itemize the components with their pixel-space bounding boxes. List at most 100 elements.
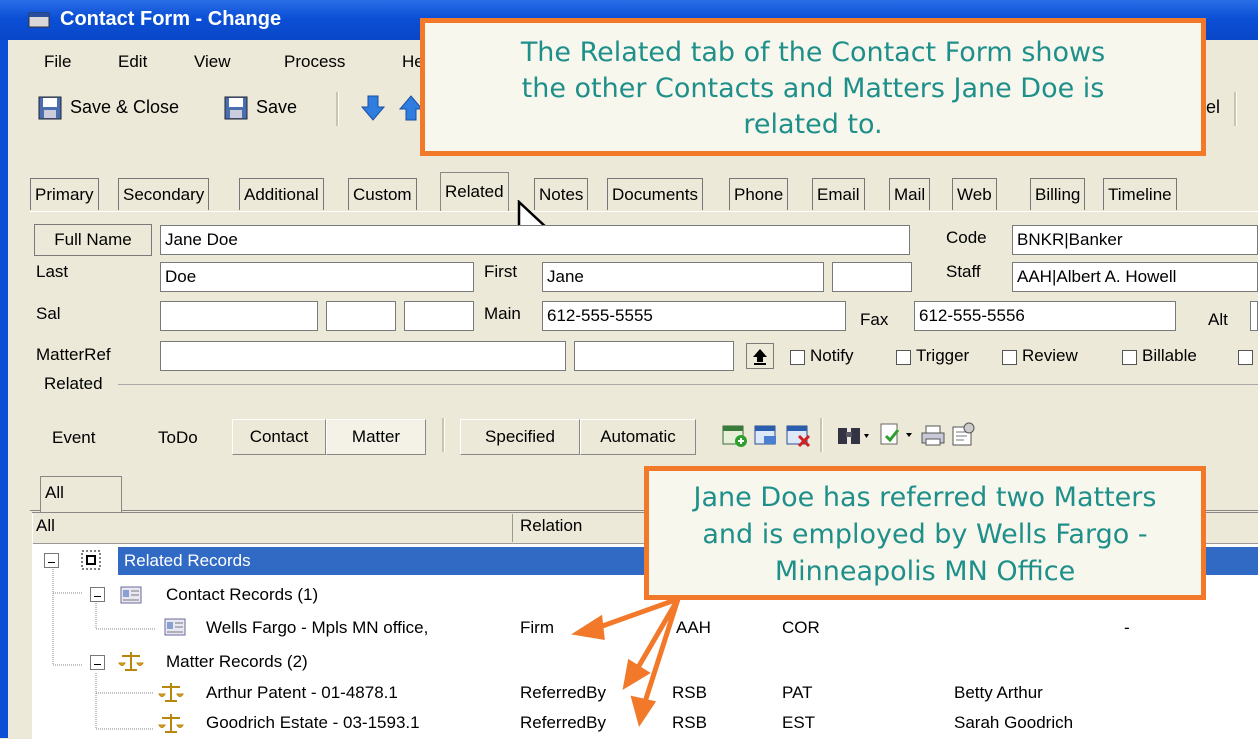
- save-close-icon[interactable]: [38, 96, 62, 125]
- matter-records-group[interactable]: Matter Records (2): [166, 652, 308, 672]
- trigger-label: Trigger: [916, 346, 970, 365]
- first-name-field[interactable]: Jane: [542, 262, 824, 292]
- sal-label: Sal: [36, 304, 61, 323]
- specified-button[interactable]: Specified: [460, 419, 580, 455]
- salutation-field[interactable]: [160, 301, 318, 331]
- trigger-checkbox[interactable]: [896, 350, 911, 365]
- scales-icon: [158, 712, 184, 739]
- row-name[interactable]: Goodrich Estate - 03-1593.1: [206, 713, 420, 733]
- binoculars-icon[interactable]: [836, 424, 870, 453]
- salutation-field-3[interactable]: [404, 301, 474, 331]
- notify-label: Notify: [810, 346, 854, 365]
- tab-email[interactable]: Email: [812, 178, 865, 210]
- tab-documents[interactable]: Documents: [607, 178, 703, 210]
- contact-card-icon: [120, 585, 142, 610]
- collapse-icon[interactable]: [90, 655, 105, 670]
- tree-root-label[interactable]: Related Records: [124, 551, 251, 571]
- automatic-button[interactable]: Automatic: [580, 419, 696, 455]
- first-label: First: [484, 262, 518, 281]
- code-field[interactable]: BNKR|Banker: [1012, 225, 1258, 255]
- callout-top: The Related tab of the Contact Form show…: [420, 18, 1206, 156]
- middle-name-field[interactable]: [832, 262, 912, 292]
- row-code: PAT: [782, 683, 813, 702]
- tab-custom[interactable]: Custom: [348, 178, 417, 210]
- callout-arrows: [571, 596, 681, 727]
- collapse-icon[interactable]: [44, 553, 59, 568]
- edit-record-icon[interactable]: [754, 424, 780, 453]
- scales-icon: [158, 681, 184, 708]
- todo-button[interactable]: ToDo: [158, 428, 198, 448]
- last-name-field[interactable]: Doe: [160, 262, 474, 292]
- subtab-all[interactable]: All: [40, 476, 122, 512]
- callout-top-line: The Related tab of the Contact Form show…: [520, 37, 1106, 68]
- main-phone-label: Main: [484, 304, 521, 323]
- tab-mail[interactable]: Mail: [889, 178, 931, 210]
- menu-process[interactable]: Process: [284, 52, 345, 72]
- add-record-icon[interactable]: [722, 424, 748, 453]
- full-name-button[interactable]: Full Name: [34, 224, 152, 256]
- salutation-field-2[interactable]: [326, 301, 396, 331]
- window-border: [0, 40, 8, 738]
- tab-phone[interactable]: Phone: [729, 178, 789, 210]
- tab-billing[interactable]: Billing: [1030, 178, 1086, 210]
- alt-label: Alt: [1208, 310, 1228, 329]
- contact-button[interactable]: Contact: [232, 419, 326, 455]
- callout-bottom-line: Minneapolis MN Office: [774, 556, 1076, 587]
- row-relation: Firm: [520, 618, 554, 637]
- code-label: Code: [946, 228, 987, 247]
- collapse-icon[interactable]: [90, 587, 105, 602]
- tab-related[interactable]: Related: [440, 172, 509, 212]
- toolbar-separator: [442, 418, 445, 452]
- properties-icon[interactable]: [950, 422, 976, 453]
- related-records-icon: [80, 549, 102, 576]
- menu-edit[interactable]: Edit: [118, 52, 147, 72]
- matterref-field[interactable]: [160, 341, 566, 371]
- related-group-label: Related: [44, 374, 103, 393]
- matterref-field-2[interactable]: [574, 341, 734, 371]
- staff-label: Staff: [946, 262, 981, 281]
- row-extra: -: [1124, 618, 1130, 637]
- main-phone-field[interactable]: 612-555-5555: [542, 301, 846, 331]
- contact-records-group[interactable]: Contact Records (1): [166, 585, 318, 605]
- alt-field[interactable]: [1250, 301, 1258, 331]
- callout-bottom-line: Jane Doe has referred two Matters: [693, 482, 1157, 513]
- staff-field[interactable]: AAH|Albert A. Howell: [1012, 262, 1258, 292]
- fax-field[interactable]: 612-555-5556: [914, 301, 1176, 331]
- save-icon[interactable]: [224, 96, 248, 125]
- row-name[interactable]: Arthur Patent - 01-4878.1: [206, 683, 398, 703]
- menu-file[interactable]: File: [44, 52, 71, 72]
- scales-icon: [118, 650, 144, 677]
- save-close-button[interactable]: Save & Close: [70, 97, 179, 118]
- extra-checkbox[interactable]: [1238, 350, 1253, 365]
- arrow-down-icon[interactable]: [360, 94, 386, 127]
- delete-record-icon[interactable]: [786, 424, 812, 453]
- group-divider: [118, 384, 1258, 385]
- matterref-label: MatterRef: [36, 345, 111, 364]
- tab-secondary[interactable]: Secondary: [118, 178, 210, 210]
- column-header-relation[interactable]: Relation: [520, 516, 582, 536]
- toolbar-cancel-label[interactable]: el: [1206, 97, 1220, 118]
- menu-view[interactable]: View: [194, 52, 231, 72]
- save-button[interactable]: Save: [256, 97, 297, 118]
- review-label: Review: [1022, 346, 1078, 365]
- billable-label: Billable: [1142, 346, 1197, 365]
- review-checkbox[interactable]: [1002, 350, 1017, 365]
- tab-web[interactable]: Web: [952, 178, 997, 210]
- tab-timeline[interactable]: Timeline: [1103, 178, 1177, 210]
- column-header-all[interactable]: All: [36, 516, 55, 536]
- upload-button[interactable]: [746, 343, 774, 369]
- billable-checkbox[interactable]: [1122, 350, 1137, 365]
- full-name-field[interactable]: Jane Doe: [160, 225, 910, 255]
- column-divider: [512, 514, 513, 542]
- contact-card-icon: [164, 617, 186, 642]
- tab-additional[interactable]: Additional: [239, 178, 324, 210]
- document-check-icon[interactable]: [878, 422, 914, 453]
- callout-bottom-line: and is employed by Wells Fargo -: [702, 519, 1148, 550]
- row-code: EST: [782, 713, 816, 732]
- event-button[interactable]: Event: [52, 428, 95, 448]
- print-icon[interactable]: [920, 424, 946, 453]
- matter-button[interactable]: Matter: [326, 419, 426, 455]
- row-name[interactable]: Wells Fargo - Mpls MN office,: [206, 618, 428, 638]
- notify-checkbox[interactable]: [790, 350, 805, 365]
- tab-primary[interactable]: Primary: [30, 178, 99, 210]
